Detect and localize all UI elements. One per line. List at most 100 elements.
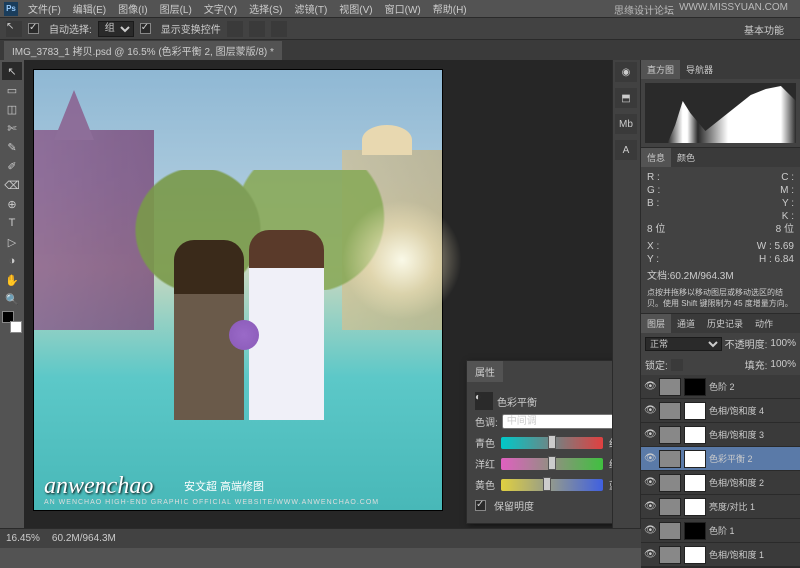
blend-mode-select[interactable]: 正常	[645, 337, 722, 351]
dock-icon-3[interactable]: Mb	[615, 114, 637, 134]
zoom-level[interactable]: 16.45%	[6, 533, 40, 544]
visibility-icon[interactable]: 👁	[644, 501, 656, 512]
tool-crop[interactable]: ✄	[2, 119, 22, 137]
dock-column: ◉ ⬒ Mb A	[612, 60, 640, 528]
menu-filter[interactable]: 滤镜(T)	[289, 1, 334, 16]
slider-track-0[interactable]	[501, 437, 603, 449]
tool-gradient[interactable]: ⊕	[2, 195, 22, 213]
visibility-icon[interactable]: 👁	[644, 453, 656, 464]
show-transform-checkbox[interactable]	[140, 23, 151, 34]
layer-row[interactable]: 👁 亮度/对比 1	[641, 495, 800, 519]
tool-pen[interactable]: ▷	[2, 233, 22, 251]
tab-actions[interactable]: 动作	[749, 314, 779, 333]
layer-thumb	[659, 546, 681, 564]
image-watermark: anwenchao	[44, 473, 153, 500]
dock-icon-4[interactable]: A	[615, 140, 637, 160]
tool-hand[interactable]: ✋	[2, 271, 22, 289]
layer-name: 色彩平衡 2	[709, 452, 797, 465]
show-transform-label: 显示变换控件	[161, 21, 221, 36]
options-bar: ↖ 自动选择: 组 显示变换控件	[0, 18, 800, 40]
visibility-icon[interactable]: 👁	[644, 429, 656, 440]
layer-name: 色阶 1	[709, 524, 797, 537]
menu-layer[interactable]: 图层(L)	[154, 1, 198, 16]
layer-thumb	[659, 402, 681, 420]
layer-mask	[684, 474, 706, 492]
dock-icon-2[interactable]: ⬒	[615, 88, 637, 108]
tool-marquee[interactable]: ▭	[2, 81, 22, 99]
properties-tab[interactable]: 属性	[467, 361, 503, 382]
tone-label: 色调:	[475, 414, 498, 429]
watermark-url: WWW.MISSYUAN.COM	[673, 2, 794, 13]
tab-histogram[interactable]: 直方图	[641, 60, 680, 79]
layer-row[interactable]: 👁 色阶 2	[641, 375, 800, 399]
tool-zoom[interactable]: 🔍	[2, 290, 22, 308]
tool-type[interactable]: T	[2, 214, 22, 232]
image-watermark-sub: 安文超 高端修图	[184, 478, 264, 494]
layer-name: 色相/饱和度 1	[709, 548, 797, 561]
visibility-icon[interactable]: 👁	[644, 477, 656, 488]
align-icon-1[interactable]	[227, 21, 243, 37]
visibility-icon[interactable]: 👁	[644, 549, 656, 560]
tool-shape[interactable]: ◑	[2, 252, 22, 270]
tab-navigator[interactable]: 导航器	[680, 60, 719, 79]
slider-right-1: 绿色	[609, 456, 612, 471]
visibility-icon[interactable]: 👁	[644, 381, 656, 392]
workspace-switcher[interactable]: 基本功能	[736, 20, 792, 39]
canvas-area[interactable]: anwenchao 安文超 高端修图 AN WENCHAO HIGH-END G…	[24, 60, 612, 528]
canvas-image: anwenchao 安文超 高端修图 AN WENCHAO HIGH-END G…	[34, 70, 442, 510]
visibility-icon[interactable]: 👁	[644, 525, 656, 536]
layer-mask	[684, 378, 706, 396]
menu-type[interactable]: 文字(Y)	[198, 1, 243, 16]
tone-select[interactable]: 中间调	[502, 414, 612, 429]
menubar: Ps 文件(F) 编辑(E) 图像(I) 图层(L) 文字(Y) 选择(S) 滤…	[0, 0, 800, 18]
menu-view[interactable]: 视图(V)	[333, 1, 378, 16]
align-icon-3[interactable]	[271, 21, 287, 37]
layer-mask	[684, 426, 706, 444]
layer-name: 色相/饱和度 4	[709, 404, 797, 417]
tool-eyedropper[interactable]: ✎	[2, 138, 22, 156]
tool-move[interactable]: ↖	[2, 62, 22, 80]
opacity-value[interactable]: 100%	[770, 338, 796, 349]
layer-row[interactable]: 👁 色相/饱和度 4	[641, 399, 800, 423]
auto-select-dropdown[interactable]: 组	[98, 21, 134, 37]
layer-row[interactable]: 👁 色彩平衡 2	[641, 447, 800, 471]
menu-select[interactable]: 选择(S)	[243, 1, 288, 16]
layer-thumb	[659, 426, 681, 444]
tab-info[interactable]: 信息	[641, 148, 671, 167]
tab-color[interactable]: 颜色	[671, 148, 701, 167]
layer-row[interactable]: 👁 色相/饱和度 1	[641, 543, 800, 567]
tool-eraser[interactable]: ⌫	[2, 176, 22, 194]
tool-lasso[interactable]: ◫	[2, 100, 22, 118]
menu-help[interactable]: 帮助(H)	[427, 1, 473, 16]
move-tool-icon: ↖	[6, 21, 22, 37]
layer-thumb	[659, 378, 681, 396]
lock-label: 锁定:	[645, 357, 668, 372]
tab-channels[interactable]: 通道	[671, 314, 701, 333]
fill-value[interactable]: 100%	[770, 359, 796, 370]
menu-edit[interactable]: 编辑(E)	[67, 1, 112, 16]
tool-brush[interactable]: ✐	[2, 157, 22, 175]
slider-right-0: 红色	[609, 435, 612, 450]
tab-history[interactable]: 历史记录	[701, 314, 749, 333]
visibility-icon[interactable]: 👁	[644, 405, 656, 416]
fg-bg-colors[interactable]	[2, 311, 22, 333]
layer-row[interactable]: 👁 色相/饱和度 3	[641, 423, 800, 447]
slider-right-2: 蓝色	[609, 477, 612, 492]
menu-image[interactable]: 图像(I)	[112, 1, 153, 16]
document-tab[interactable]: IMG_3783_1 拷贝.psd @ 16.5% (色彩平衡 2, 图层蒙版/…	[4, 41, 282, 60]
menu-window[interactable]: 窗口(W)	[379, 1, 427, 16]
preserve-luminosity-checkbox[interactable]	[475, 500, 486, 511]
slider-track-1[interactable]	[501, 458, 603, 470]
layer-thumb	[659, 474, 681, 492]
align-icon-2[interactable]	[249, 21, 265, 37]
menu-file[interactable]: 文件(F)	[22, 1, 67, 16]
tab-layers[interactable]: 图层	[641, 314, 671, 333]
slider-track-2[interactable]	[501, 479, 603, 491]
adjustment-title: 色彩平衡	[497, 394, 537, 409]
auto-select-checkbox[interactable]	[28, 23, 39, 34]
dock-icon-1[interactable]: ◉	[615, 62, 637, 82]
layer-row[interactable]: 👁 色相/饱和度 2	[641, 471, 800, 495]
slider-left-0: 青色	[475, 435, 495, 450]
layer-row[interactable]: 👁 色阶 1	[641, 519, 800, 543]
lock-icon[interactable]	[671, 359, 683, 371]
